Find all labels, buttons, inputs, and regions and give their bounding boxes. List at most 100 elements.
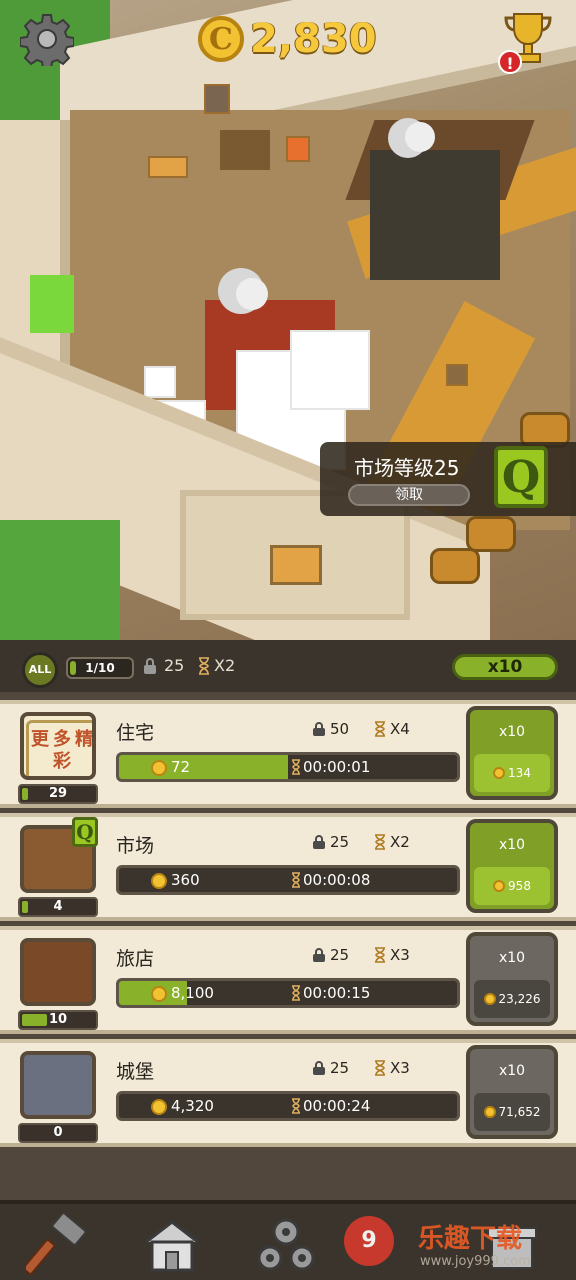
building-multiplier: X3 (374, 946, 410, 964)
chimney-smoke (236, 278, 268, 310)
building-lock: 25 (312, 1059, 349, 1077)
barrel (430, 548, 480, 584)
alert-badge: ! (498, 50, 522, 74)
speed-stat-value: X2 (214, 656, 236, 675)
claim-button[interactable]: 领取 (348, 484, 470, 506)
hourglass-icon (292, 985, 300, 1001)
building-thumbnail[interactable]: 更多精彩 (20, 712, 96, 780)
buy-button[interactable]: x10 134 (466, 706, 558, 800)
overall-progress: 1/10 (66, 657, 134, 679)
buy-cost: 23,226 (474, 980, 550, 1018)
buy-multiplier-toggle[interactable]: x10 (452, 654, 558, 680)
buy-cost-value: 958 (508, 879, 531, 893)
production-timer: 00:00:01 (303, 758, 371, 776)
gears-icon (257, 1218, 315, 1271)
hourglass-icon (292, 872, 300, 888)
buy-amount-label: x10 (498, 1063, 526, 1079)
lock-icon (313, 948, 325, 962)
building-multiplier-value: X4 (390, 720, 410, 738)
nav-buildings-button[interactable] (140, 1212, 204, 1276)
building-name: 旅店 (116, 948, 155, 970)
buy-amount-label: x10 (498, 724, 526, 740)
building-level: 29 (18, 784, 98, 804)
level-progress-fill (22, 901, 28, 913)
gear-icon (19, 14, 75, 70)
chimney-smoke (405, 122, 435, 152)
building-multiplier-value: X3 (390, 946, 410, 964)
overall-progress-fill (70, 661, 76, 675)
buy-cost-value: 134 (508, 766, 531, 780)
trapdoor[interactable] (270, 545, 322, 585)
grass-patch (0, 520, 120, 640)
building-level-value: 0 (53, 1125, 63, 1140)
buy-button[interactable]: x10 958 (466, 819, 558, 913)
building-multiplier-value: X3 (390, 1059, 410, 1077)
coin-icon (151, 873, 167, 889)
buy-cost: 958 (474, 867, 550, 905)
buy-amount-label: x10 (498, 950, 526, 966)
building-card[interactable]: 更多精彩 29 住宅 50 X4 72 00:00:01 x10 134 (0, 700, 576, 808)
coin-amount: 2,830 (250, 16, 377, 62)
crate (148, 156, 188, 178)
production-fill (119, 755, 288, 779)
top-bar: C 2,830 ! (0, 0, 576, 76)
building-card[interactable]: 10 旅店 25 X3 8,100 00:00:15 x10 23,226 (0, 926, 576, 1034)
tavern-building[interactable] (370, 150, 500, 280)
building-thumbnail[interactable] (20, 1051, 96, 1119)
production-bar[interactable]: 72 00:00:01 (116, 752, 460, 782)
more-fun-badge[interactable]: 更多精彩 (26, 720, 92, 776)
building-level-value: 4 (53, 899, 63, 914)
building-lock: 25 (312, 946, 349, 964)
watermark-logo: 9 (344, 1216, 394, 1266)
coin-icon (483, 1106, 496, 1118)
building-lock-value: 25 (330, 946, 350, 964)
lock-stat-value: 25 (164, 656, 185, 675)
building-thumbnail[interactable] (20, 938, 96, 1006)
building-lock: 25 (312, 833, 349, 851)
income-value: 360 (171, 871, 200, 889)
watermark-url: www.joy999.com (420, 1254, 531, 1269)
building-card[interactable]: Q 4 市场 25 X2 360 00:00:08 x10 958 (0, 813, 576, 921)
nav-build-button[interactable] (22, 1212, 90, 1276)
building-level: 10 (18, 1010, 98, 1030)
overall-progress-label: 1/10 (85, 661, 115, 675)
hourglass-icon (292, 1098, 300, 1114)
building-card[interactable]: 0 城堡 25 X3 4,320 00:00:24 x10 71,652 (0, 1039, 576, 1147)
building-multiplier: X4 (374, 720, 410, 738)
watermark-text: 乐趣下载 (418, 1224, 523, 1254)
crate (204, 84, 230, 114)
game-scene[interactable] (0, 0, 576, 640)
income-value: 72 (171, 758, 191, 776)
hourglass-icon (375, 834, 385, 850)
income-value: 8,100 (171, 984, 214, 1002)
quest-badge[interactable]: Q (494, 446, 548, 508)
production-bar[interactable]: 8,100 00:00:15 (116, 978, 460, 1008)
level-progress-fill (22, 788, 28, 800)
barrel (466, 516, 516, 552)
building-level-value: 29 (48, 786, 68, 801)
lock-icon (144, 657, 156, 674)
coin-icon (483, 993, 496, 1005)
hammer-icon (22, 1212, 87, 1275)
buy-cost-value: 71,652 (498, 1105, 541, 1119)
coin-icon (493, 880, 506, 892)
crate (446, 364, 468, 386)
quest-badge[interactable]: Q (72, 817, 98, 847)
building-name: 城堡 (116, 1061, 155, 1083)
coin-counter: C 2,830 (198, 14, 377, 64)
lock-icon (313, 1061, 325, 1075)
coin-icon (151, 1099, 167, 1115)
settings-button[interactable] (19, 12, 75, 70)
buildings-icon (145, 1220, 199, 1272)
production-bar[interactable]: 360 00:00:08 (116, 865, 460, 895)
buy-cost: 71,652 (474, 1093, 550, 1131)
building-name: 住宅 (116, 722, 155, 744)
buy-cost-value: 23,226 (498, 992, 541, 1006)
all-filter-button[interactable]: ALL (22, 652, 58, 688)
buy-button[interactable]: x10 23,226 (466, 932, 558, 1026)
building-lock-value: 25 (330, 1059, 350, 1077)
buy-button[interactable]: x10 71,652 (466, 1045, 558, 1139)
production-bar[interactable]: 4,320 00:00:24 (116, 1091, 460, 1121)
building-multiplier-value: X2 (390, 833, 410, 851)
nav-upgrades-button[interactable] (254, 1212, 318, 1276)
